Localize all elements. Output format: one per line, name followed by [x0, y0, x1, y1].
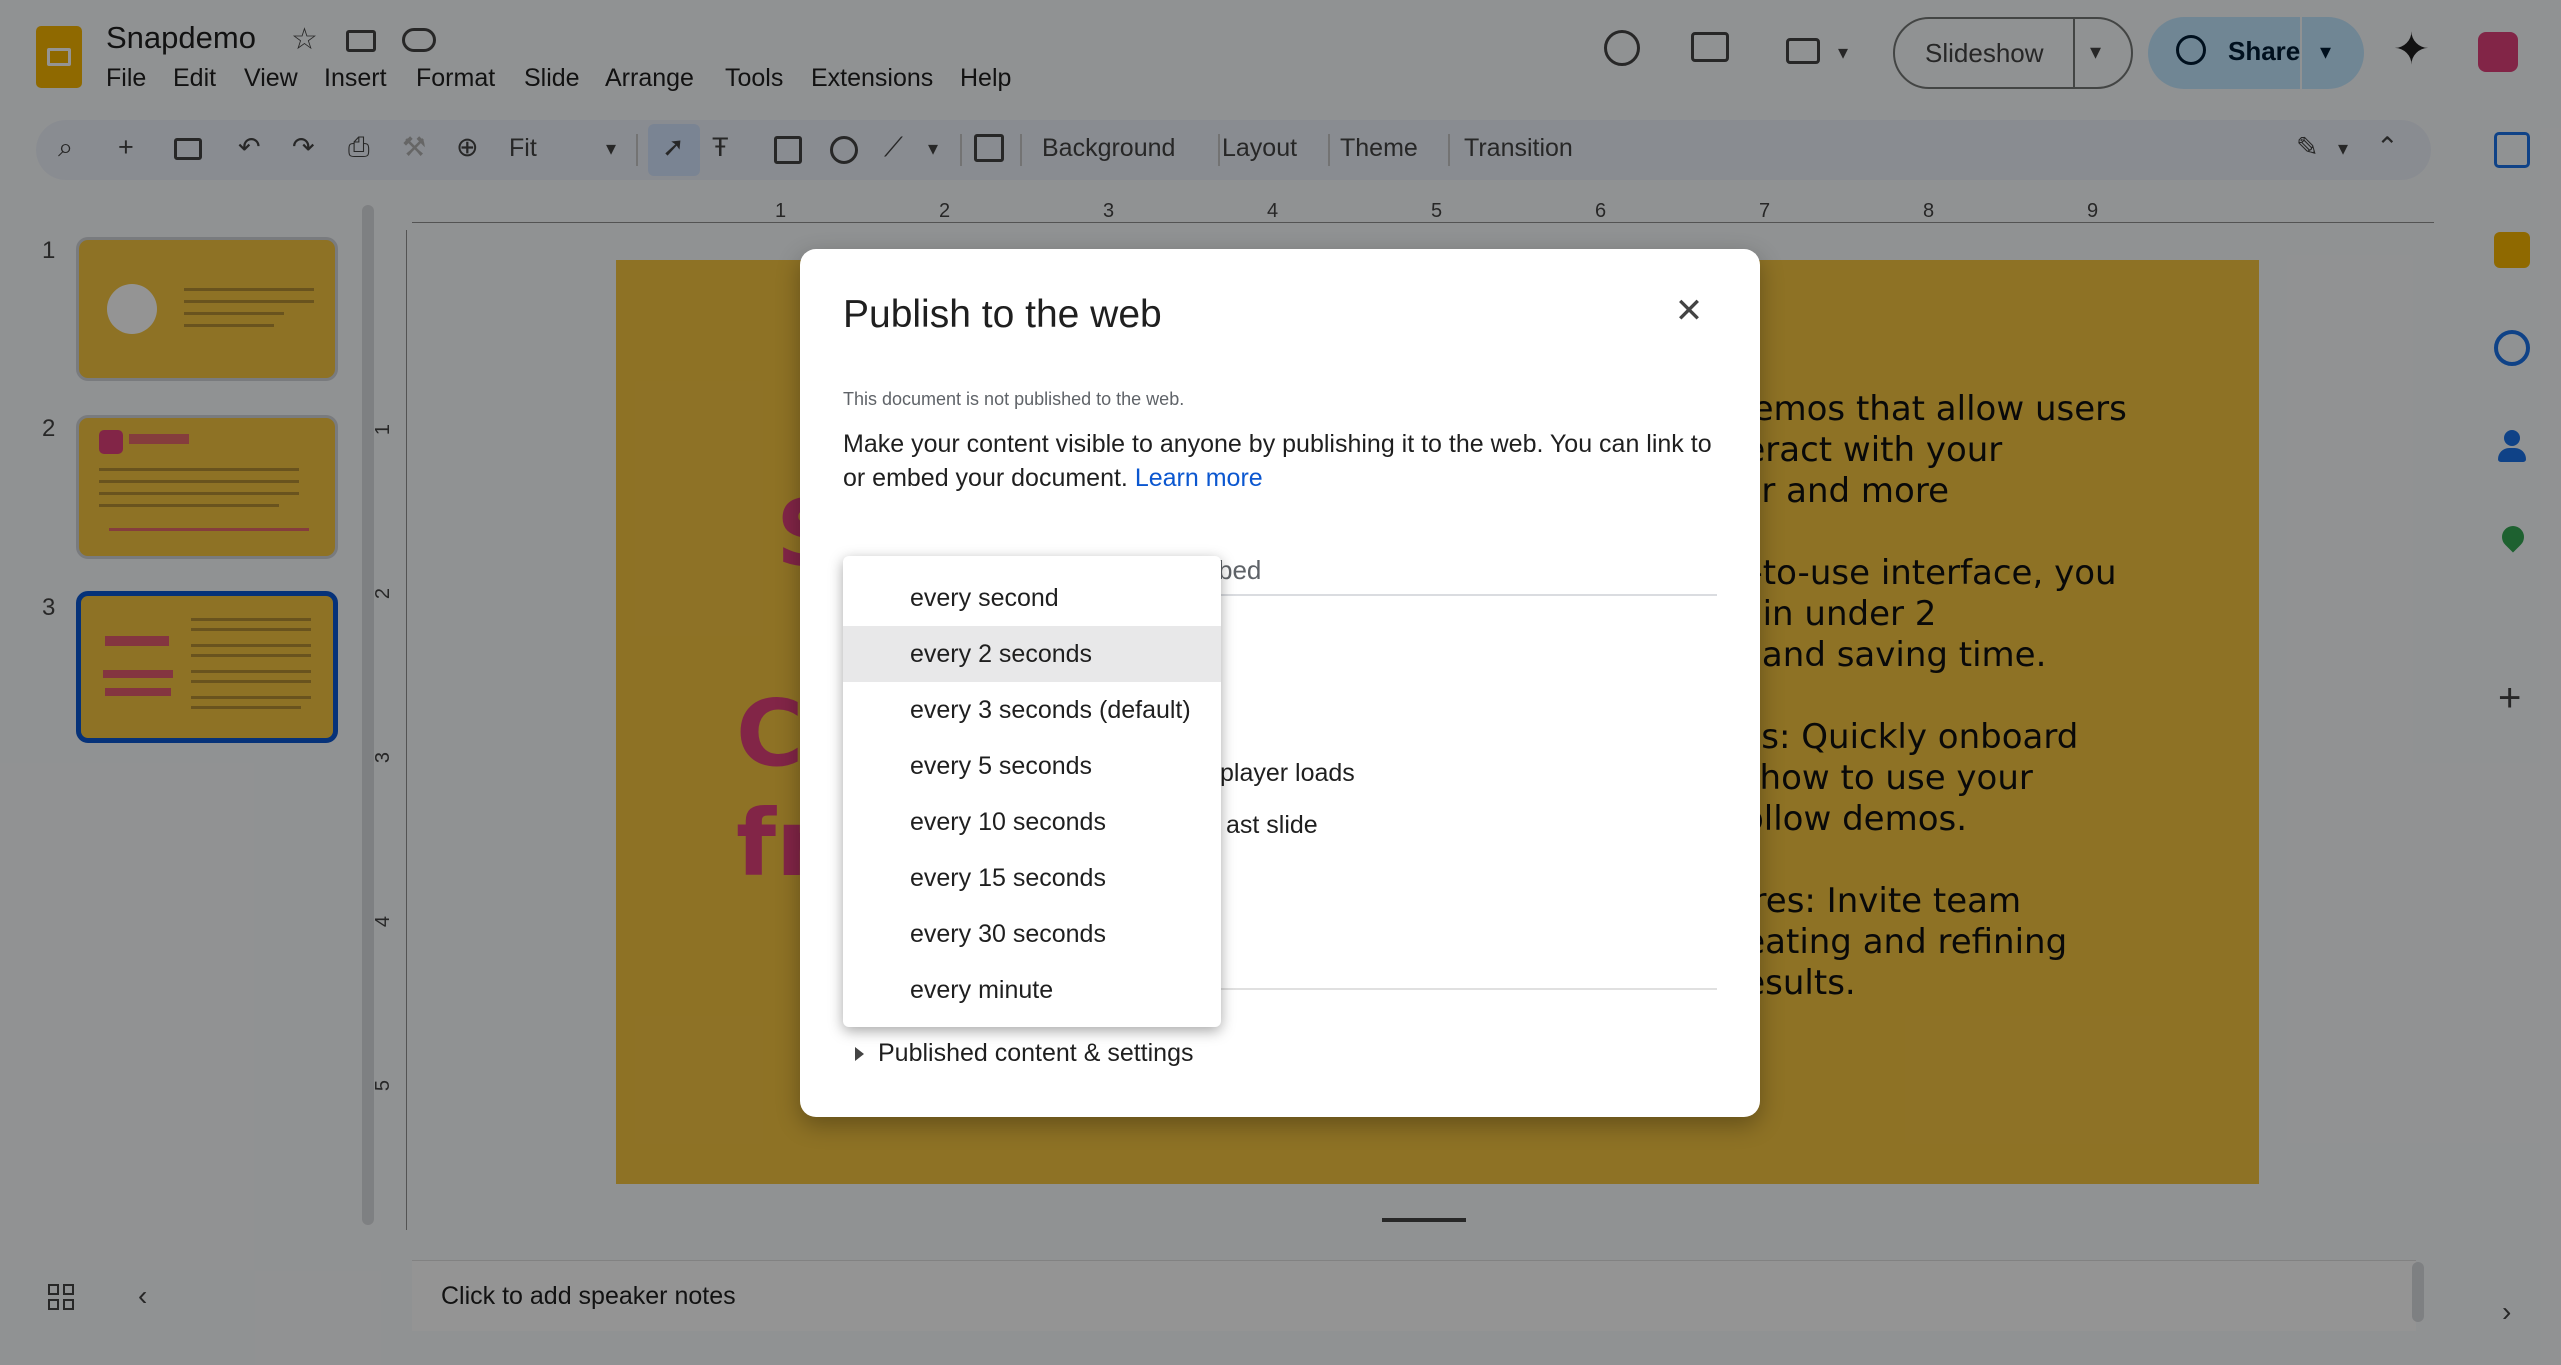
restart-after-last-slide-label: ast slide — [1226, 811, 1318, 839]
learn-more-link[interactable]: Learn more — [1135, 464, 1263, 492]
option-every-15-seconds[interactable]: every 15 seconds — [843, 850, 1221, 906]
option-every-second[interactable]: every second — [843, 570, 1221, 626]
publish-status: This document is not published to the we… — [843, 389, 1185, 409]
option-every-5-seconds[interactable]: every 5 seconds — [843, 738, 1221, 794]
description-text: Make your content visible to anyone by p… — [843, 430, 1712, 492]
option-every-minute[interactable]: every minute — [843, 962, 1221, 1018]
caret-right-icon — [855, 1047, 864, 1062]
dialog-description: Make your content visible to anyone by p… — [843, 427, 1723, 495]
option-every-3-seconds[interactable]: every 3 seconds (default) — [843, 682, 1221, 738]
expander-label: Published content & settings — [878, 1039, 1194, 1067]
close-icon[interactable]: ✕ — [1667, 289, 1711, 333]
auto-advance-dropdown: every second every 2 seconds every 3 sec… — [843, 556, 1221, 1027]
option-every-2-seconds[interactable]: every 2 seconds — [843, 626, 1221, 682]
option-every-30-seconds[interactable]: every 30 seconds — [843, 906, 1221, 962]
option-every-10-seconds[interactable]: every 10 seconds — [843, 794, 1221, 850]
start-on-load-label: player loads — [1220, 759, 1355, 787]
published-content-settings-expander[interactable]: Published content & settings — [843, 1039, 1193, 1068]
dialog-title: Publish to the web — [843, 293, 1162, 336]
tab-embed[interactable]: bed — [1218, 555, 1261, 586]
